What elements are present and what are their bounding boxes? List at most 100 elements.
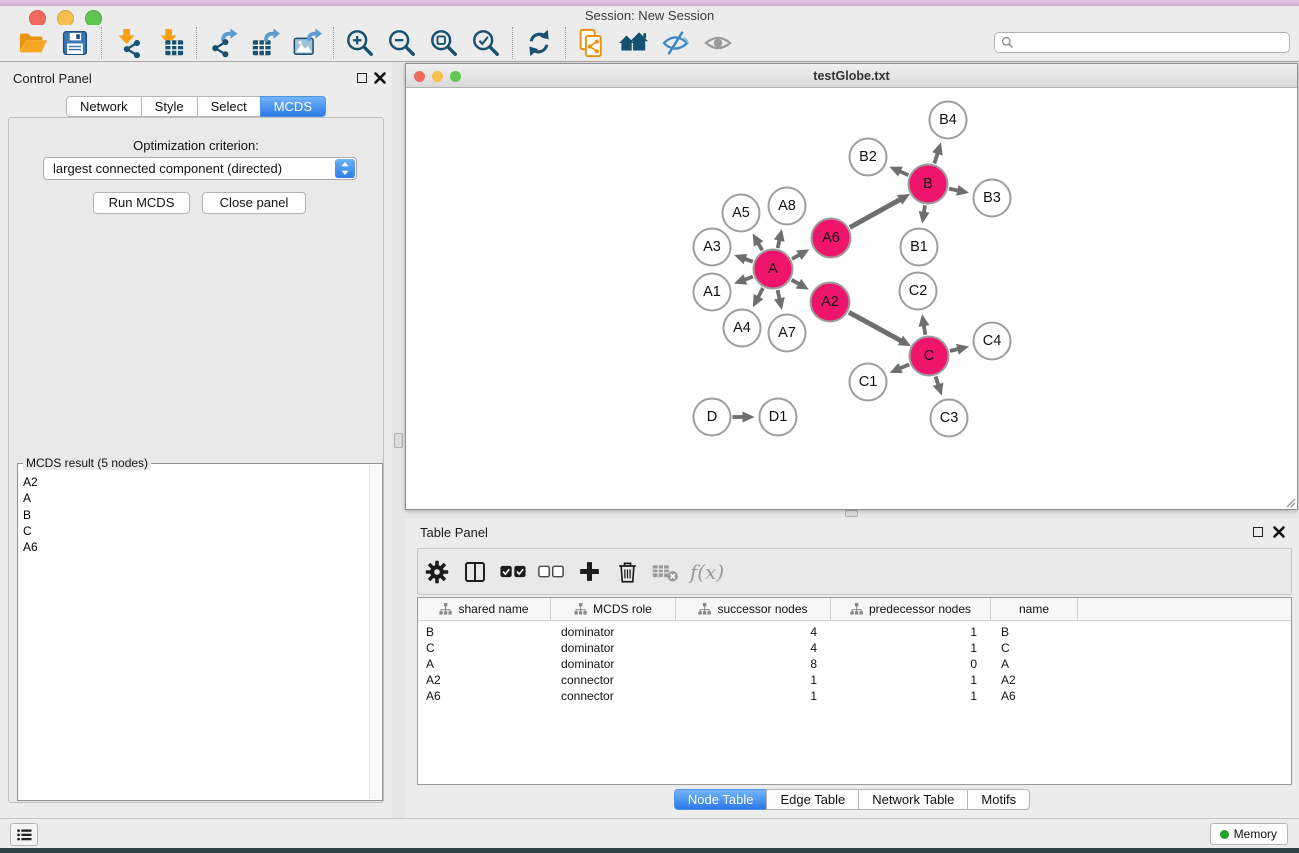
criterion-dropdown[interactable]: largest connected component (directed) [43,157,357,180]
graph-edge-A-A6[interactable] [792,255,800,259]
search-field[interactable] [994,32,1290,53]
horizontal-split-handle[interactable] [845,510,858,517]
graph-edge-A-A7[interactable] [778,290,780,299]
memory-button[interactable]: Memory [1210,823,1288,845]
column-header-successor-nodes[interactable]: successor nodes [676,598,831,620]
show-eye-button[interactable] [697,26,739,60]
column-header-MCDS-role[interactable]: MCDS role [551,598,676,620]
graph-edge-A-A2[interactable] [792,280,800,284]
refresh-button[interactable] [518,26,560,60]
open-session-button[interactable] [12,26,54,60]
table-cell[interactable]: 1 [676,672,831,688]
table-cell[interactable]: C [418,640,551,656]
network-window-titlebar[interactable]: testGlobe.txt [406,64,1297,88]
table-cell[interactable]: A [418,656,551,672]
function-builder-button[interactable]: f(x) [684,560,730,584]
table-row[interactable]: Cdominator41C [418,640,1291,656]
hide-selected-button[interactable] [655,26,697,60]
float-table-panel-icon[interactable] [1253,527,1263,537]
table-row[interactable]: A6connector11A6 [418,688,1291,704]
table-cell[interactable]: 1 [831,624,991,640]
close-panel-icon[interactable] [374,72,386,84]
table-cell[interactable]: B [418,624,551,640]
save-session-button[interactable] [54,26,96,60]
zoom-in-button[interactable] [339,26,381,60]
result-item[interactable]: A2 [23,474,364,490]
select-all-rows-button[interactable] [494,564,532,579]
close-panel-button[interactable]: Close panel [202,192,306,214]
graph-edge-B-B2[interactable] [900,171,909,175]
import-network-button[interactable] [107,26,149,60]
table-cell[interactable]: A2 [418,672,551,688]
table-cell[interactable]: dominator [551,624,676,640]
export-image-button[interactable] [286,26,328,60]
vertical-split-handle[interactable] [394,433,403,448]
export-table-button[interactable] [244,26,286,60]
graph-edge-C-C3[interactable] [936,377,939,386]
home-views-button[interactable] [613,26,655,60]
graph-edge-A-A1[interactable] [744,277,753,280]
graph-edge-A2-C[interactable] [849,312,901,341]
import-table-button[interactable] [149,26,191,60]
task-history-button[interactable] [10,823,38,846]
control-tab-mcds[interactable]: MCDS [260,96,326,117]
show-columns-button[interactable] [456,560,494,584]
network-graph[interactable]: B4B2BB3A8A5A6B1A3AA1C2A2A4A7C4CC1C3DD1 [406,88,1297,509]
table-cell[interactable]: dominator [551,656,676,672]
result-item[interactable]: B [23,507,364,523]
graph-edge-A6-B[interactable] [850,199,901,227]
result-item[interactable]: C [23,523,364,539]
graph-edge-A-A3[interactable] [745,259,753,262]
export-network-button[interactable] [202,26,244,60]
table-cell[interactable]: A6 [991,688,1078,704]
table-cell[interactable]: 1 [831,640,991,656]
table-cell[interactable]: 0 [831,656,991,672]
graph-edge-C-C4[interactable] [950,349,959,351]
column-header-name[interactable]: name [991,598,1078,620]
table-tab-node-table[interactable]: Node Table [674,789,768,810]
graph-edge-B-B1[interactable] [924,205,925,213]
table-row[interactable]: Bdominator41B [418,624,1291,640]
table-cell[interactable]: A [991,656,1078,672]
control-tab-style[interactable]: Style [141,96,198,117]
close-table-panel-icon[interactable] [1273,526,1285,538]
table-cell[interactable]: B [991,624,1078,640]
delete-table-button[interactable] [646,561,684,583]
table-row[interactable]: Adominator80A [418,656,1291,672]
column-header-shared-name[interactable]: shared name [418,598,551,620]
result-scrollbar[interactable] [369,465,381,799]
table-cell[interactable]: dominator [551,640,676,656]
table-cell[interactable]: 1 [831,672,991,688]
network-canvas[interactable]: B4B2BB3A8A5A6B1A3AA1C2A2A4A7C4CC1C3DD1 [406,88,1297,509]
graph-edge-A-A5[interactable] [758,243,762,250]
minimize-view-traffic-light[interactable] [432,71,443,82]
graph-edge-A-A4[interactable] [758,288,763,298]
graph-edge-B-B4[interactable] [934,153,937,164]
table-cell[interactable]: 4 [676,640,831,656]
table-cell[interactable]: A6 [418,688,551,704]
table-cell[interactable]: 1 [676,688,831,704]
result-item[interactable]: A6 [23,539,364,555]
table-cell[interactable]: C [991,640,1078,656]
float-panel-icon[interactable] [357,73,367,83]
table-tab-network-table[interactable]: Network Table [858,789,968,810]
zoom-view-traffic-light[interactable] [450,71,461,82]
graph-edge-B-B3[interactable] [949,189,958,191]
column-header-predecessor-nodes[interactable]: predecessor nodes [831,598,991,620]
result-item[interactable]: A [23,490,364,506]
close-view-traffic-light[interactable] [414,71,425,82]
zoom-fit-button[interactable] [423,26,465,60]
graph-edge-A-A8[interactable] [778,240,780,248]
control-tab-select[interactable]: Select [197,96,261,117]
new-network-from-file-button[interactable] [571,26,613,60]
graph-edge-C-C2[interactable] [924,325,926,335]
table-cell[interactable]: 4 [676,624,831,640]
graph-edge-C-C1[interactable] [900,364,910,368]
table-options-button[interactable] [418,560,456,584]
run-mcds-button[interactable]: Run MCDS [93,192,190,214]
table-cell[interactable]: connector [551,688,676,704]
table-cell[interactable]: A2 [991,672,1078,688]
table-cell[interactable]: connector [551,672,676,688]
delete-column-button[interactable] [608,560,646,584]
zoom-selected-button[interactable] [465,26,507,60]
